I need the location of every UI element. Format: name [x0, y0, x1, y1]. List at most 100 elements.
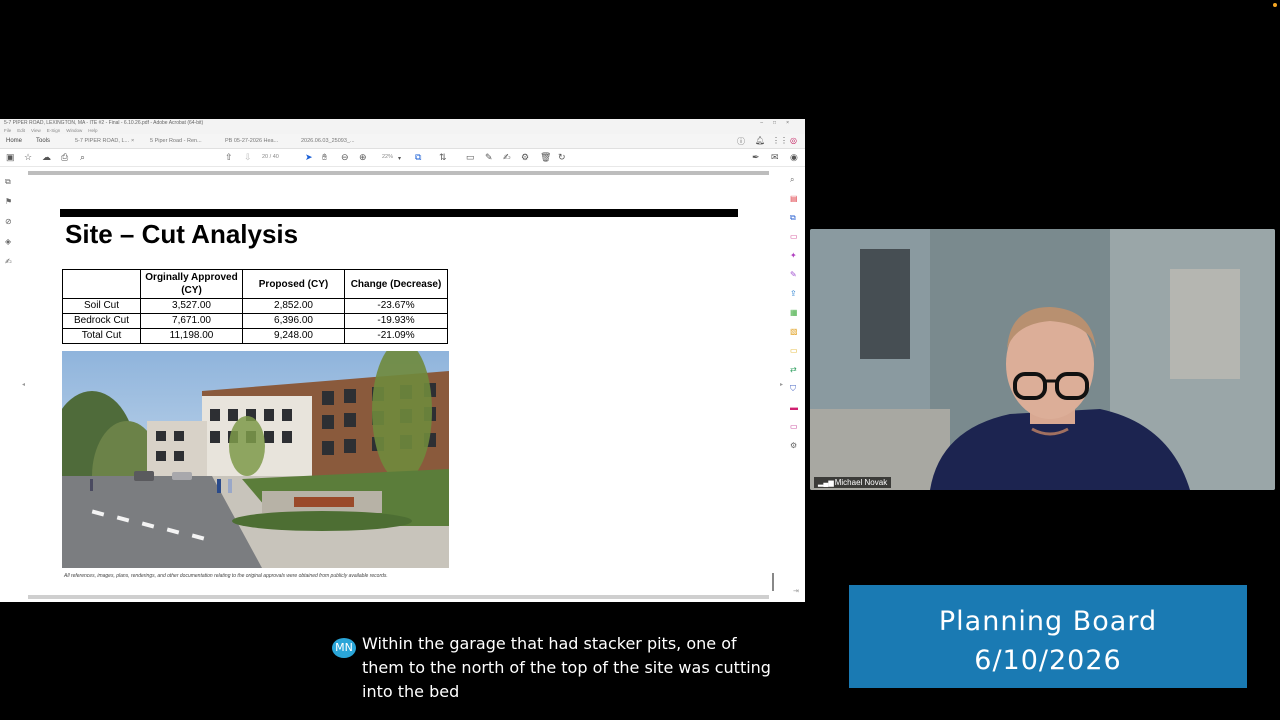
select-cursor-icon[interactable]: ➤: [305, 152, 313, 162]
draw-icon[interactable]: ✍︎: [503, 152, 511, 162]
help-icon[interactable]: ⓘ: [737, 136, 745, 147]
apps-grid-icon[interactable]: ⋮⋮: [772, 136, 788, 145]
vertical-scroll-thumb[interactable]: [772, 573, 774, 591]
combine-files-icon[interactable]: ⧉: [790, 213, 796, 223]
participant-name-tag: ▂▄▆Michael Novak: [814, 477, 892, 488]
menu-esign[interactable]: E-Sign: [47, 128, 61, 133]
bookmark-icon[interactable]: ⚑: [5, 197, 12, 206]
more-tools-icon[interactable]: ⚙︎: [790, 441, 797, 450]
acrobat-ai-icon[interactable]: ◎: [790, 136, 797, 145]
cloud-upload-icon[interactable]: ☁: [42, 152, 51, 162]
menu-bar: File Edit View E-Sign Window Help: [0, 127, 805, 134]
bottom-scrollbar[interactable]: [28, 595, 769, 599]
zoom-out-icon[interactable]: ⊖: [341, 152, 349, 162]
table-cell: 11,198.00: [140, 328, 243, 344]
tab-home[interactable]: Home: [6, 138, 22, 144]
board-title: Planning Board: [938, 606, 1158, 637]
signal-strength-icon: ▂▄▆: [818, 480, 834, 487]
doc-tab-2[interactable]: 5 Piper Road - Ren...: [150, 138, 202, 144]
signature-panel-icon[interactable]: ✍︎: [5, 257, 12, 266]
table-row: Total Cut 11,198.00 9,248.00 -21.09%: [62, 328, 448, 344]
acrobat-window: 5-7 PIPER ROAD, LEXINGTON, MA - ITE #2 -…: [0, 119, 805, 602]
zoom-dropdown-icon[interactable]: ▾: [398, 154, 401, 164]
zoom-level[interactable]: 22%: [382, 154, 393, 160]
table-cell: Bedrock Cut: [62, 313, 141, 329]
compare-icon[interactable]: ⇄: [790, 365, 797, 374]
right-tools-rail: ⌕ ▤ ⧉ ▭ ✦ ✎ ⇪ ▦ ▧ ▭ ⇄ ⛉ ▬ ▭ ⚙︎: [786, 167, 805, 602]
highlight-pen-icon[interactable]: ✎: [485, 152, 493, 162]
measure-icon[interactable]: ▭: [790, 422, 798, 431]
account-icon[interactable]: ◉: [790, 152, 798, 162]
redact-icon[interactable]: ▬: [790, 403, 798, 412]
sign-icon[interactable]: ✒︎: [752, 152, 760, 162]
bell-icon[interactable]: 🔔︎: [755, 136, 765, 145]
scroll-mode-icon[interactable]: ⇅: [439, 152, 447, 162]
left-panel-rail: ⧉ ⚑ ⊘ ◈ ✍︎: [0, 167, 20, 602]
caption-text: Within the garage that had stacker pits,…: [362, 634, 771, 701]
page-fit-icon[interactable]: ⧉: [415, 152, 421, 162]
menu-file[interactable]: File: [4, 128, 11, 133]
print-icon[interactable]: ⎙: [61, 152, 68, 162]
layers-icon[interactable]: ◈: [5, 237, 11, 246]
create-pdf-icon[interactable]: ▤: [790, 194, 798, 203]
table-header-row: Orginally Approved (CY) Proposed (CY) Ch…: [62, 269, 448, 299]
doc-tab-1[interactable]: 5-7 PIPER ROAD, L...: [75, 138, 129, 144]
search-tool-icon[interactable]: ⌕: [790, 175, 794, 185]
table-header: [62, 269, 141, 299]
star-icon[interactable]: ☆: [24, 152, 32, 162]
menu-help[interactable]: Help: [88, 128, 97, 133]
prev-page-arrow-icon[interactable]: ◂: [22, 381, 25, 388]
request-signature-icon[interactable]: ✦: [790, 251, 797, 260]
table-row: Soil Cut 3,527.00 2,852.00 -23.67%: [62, 298, 448, 314]
save-icon[interactable]: ▣: [6, 152, 15, 162]
rotate-icon[interactable]: ↻: [558, 152, 566, 162]
mail-icon[interactable]: ✉︎: [771, 152, 779, 162]
next-page-icon[interactable]: ⇩: [244, 152, 252, 162]
page-indicator[interactable]: 20 / 40: [262, 154, 279, 160]
building-rendering-image: [62, 351, 449, 568]
protect-icon[interactable]: ⛉: [790, 384, 796, 394]
page-thumbnails-icon[interactable]: ⧉: [5, 177, 11, 187]
comment-icon[interactable]: ▭: [466, 152, 475, 162]
doc-tab-4[interactable]: 2026.06.03_25093_...: [301, 138, 355, 144]
table-cell: 2,852.00: [242, 298, 345, 314]
fill-sign-icon[interactable]: ✎: [790, 270, 797, 279]
participant-video: ▂▄▆Michael Novak: [810, 229, 1275, 490]
planning-board-banner: Planning Board 6/10/2026: [849, 585, 1247, 688]
hand-icon[interactable]: ✋︎: [322, 152, 327, 162]
table-cell: 6,396.00: [242, 313, 345, 329]
table-cell: 3,527.00: [140, 298, 243, 314]
export-pdf-icon[interactable]: ⇪: [790, 289, 797, 298]
minimize-icon[interactable]: –: [760, 120, 773, 126]
table-cell: Soil Cut: [62, 298, 141, 314]
doc-tab-3[interactable]: PB 05-27-2026 Hea...: [225, 138, 278, 144]
search-icon[interactable]: ⌕: [80, 152, 85, 162]
close-icon[interactable]: ×: [786, 120, 799, 126]
doc-tab-close-icon[interactable]: ×: [131, 138, 134, 144]
page-current[interactable]: 20: [262, 154, 268, 160]
prev-page-icon[interactable]: ⇧: [225, 152, 233, 162]
comment-tool-icon[interactable]: ▭: [790, 346, 798, 355]
next-page-arrow-icon[interactable]: ▸: [780, 381, 783, 388]
attachment-icon[interactable]: ⊘: [5, 217, 12, 226]
delete-icon[interactable]: 🗑︎: [540, 152, 551, 162]
slide-footnote: All references, images, plans, rendering…: [64, 573, 388, 579]
stamp-icon[interactable]: ⚙︎: [521, 152, 529, 162]
table-header: Change (Decrease): [344, 269, 448, 299]
speaker-avatar: MN: [332, 638, 356, 658]
menu-view[interactable]: View: [31, 128, 41, 133]
live-caption: MN Within the garage that had stacker pi…: [324, 628, 786, 706]
edit-pdf-icon[interactable]: ▭: [790, 232, 798, 241]
menu-edit[interactable]: Edit: [17, 128, 25, 133]
zoom-in-icon[interactable]: ⊕: [359, 152, 367, 162]
scan-ocr-icon[interactable]: ▧: [790, 327, 798, 336]
table-cell: -23.67%: [344, 298, 448, 314]
organize-pages-icon[interactable]: ▦: [790, 308, 798, 317]
table-cell: -19.93%: [344, 313, 448, 329]
tab-bar: Home Tools 5-7 PIPER ROAD, L... × 5 Pipe…: [0, 134, 805, 149]
menu-window[interactable]: Window: [66, 128, 82, 133]
maximize-icon[interactable]: □: [773, 120, 786, 126]
cut-analysis-table: Orginally Approved (CY) Proposed (CY) Ch…: [62, 269, 448, 344]
board-date: 6/10/2026: [974, 645, 1122, 676]
tab-tools[interactable]: Tools: [36, 138, 50, 144]
